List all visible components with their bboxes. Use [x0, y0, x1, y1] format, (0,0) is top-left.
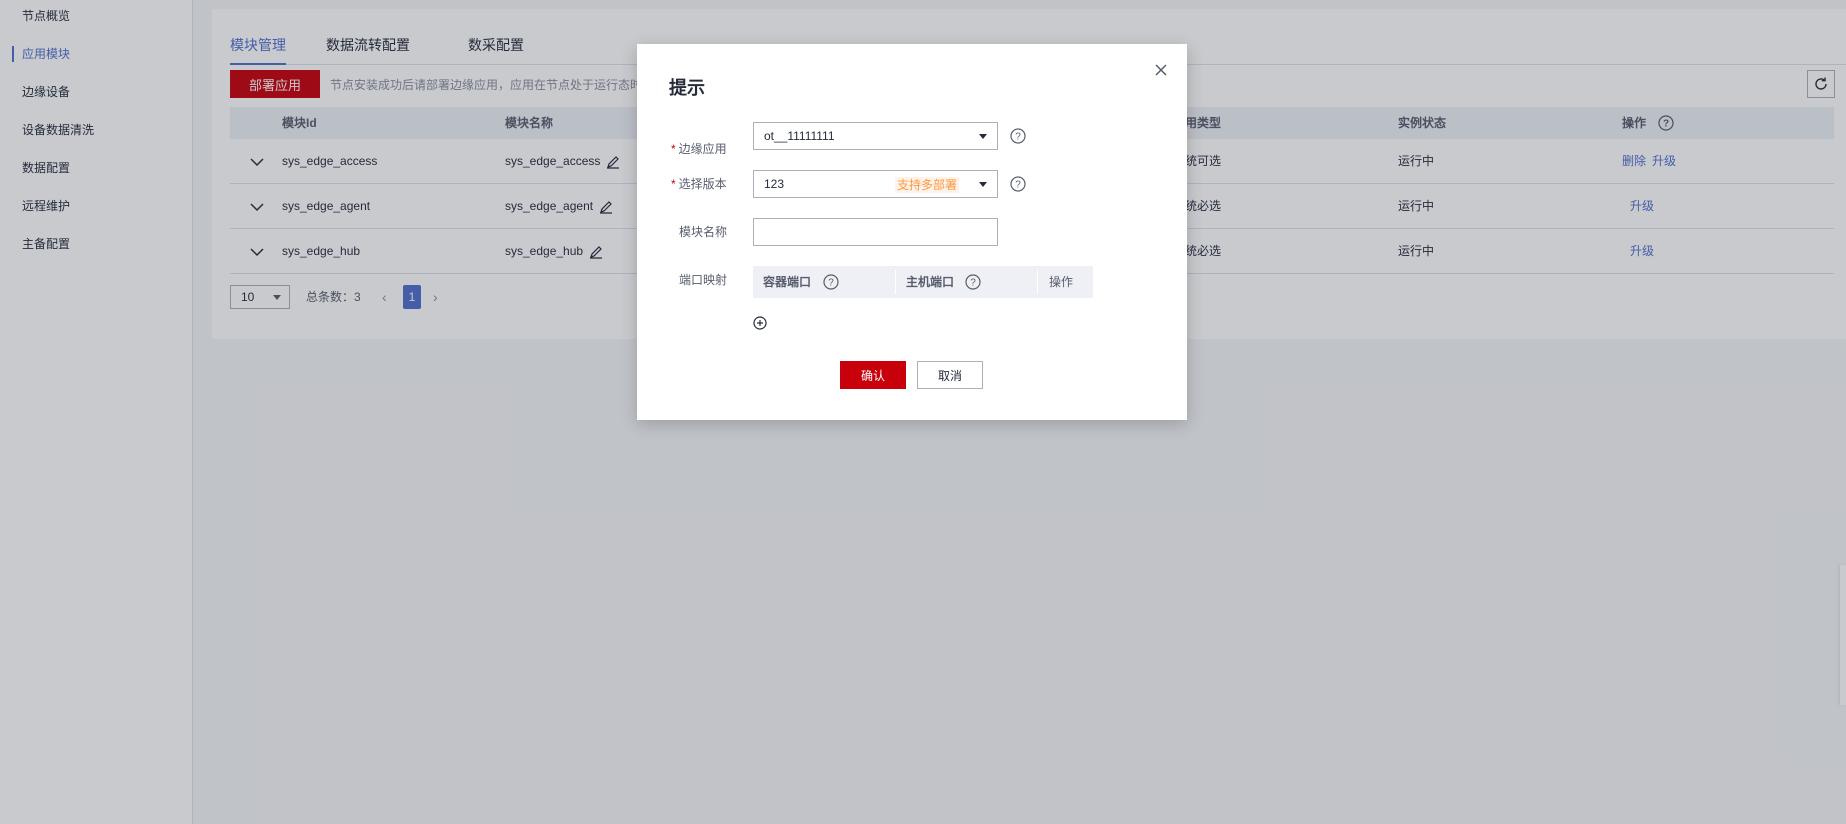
deploy-dialog: 提示 * 边缘应用 ot__11111111 ? * 选择版本 123 支持多部署 … — [637, 44, 1187, 420]
module-name-input[interactable] — [753, 218, 998, 246]
port-mapping-label: 端口映射 — [679, 273, 728, 287]
cancel-button[interactable]: 取消 — [917, 361, 983, 389]
column-divider — [895, 270, 896, 294]
version-select[interactable]: 123 支持多部署 — [753, 170, 998, 198]
dialog-title: 提示 — [669, 78, 705, 98]
container-port-header: 容器端口 — [763, 275, 812, 289]
close-icon[interactable] — [1153, 62, 1169, 78]
port-mapping-table: 容器端口 ? 主机端口 ? 操作 — [753, 266, 1093, 298]
column-divider — [1037, 270, 1038, 294]
version-value: 123 — [764, 177, 785, 191]
svg-text:?: ? — [1015, 132, 1021, 143]
svg-text:?: ? — [1015, 180, 1021, 191]
confirm-button[interactable]: 确认 — [840, 361, 906, 389]
svg-text:?: ? — [970, 278, 976, 289]
edge-app-value: ot__11111111 — [764, 129, 835, 143]
add-circle-icon[interactable] — [753, 316, 767, 330]
edge-app-label: * 边缘应用 — [671, 142, 727, 156]
caret-down-icon — [979, 182, 987, 187]
multi-deploy-tag: 支持多部署 — [894, 177, 959, 193]
module-name-label: 模块名称 — [679, 225, 728, 239]
help-icon[interactable]: ? — [965, 274, 981, 290]
version-label: * 选择版本 — [671, 177, 727, 191]
caret-down-icon — [979, 134, 987, 139]
edge-app-select[interactable]: ot__11111111 — [753, 122, 998, 150]
help-icon[interactable]: ? — [1010, 176, 1026, 192]
port-actions-header: 操作 — [1049, 275, 1074, 289]
host-port-header: 主机端口 — [906, 275, 955, 289]
help-icon[interactable]: ? — [823, 274, 839, 290]
help-icon[interactable]: ? — [1010, 128, 1026, 144]
svg-text:?: ? — [828, 278, 834, 289]
